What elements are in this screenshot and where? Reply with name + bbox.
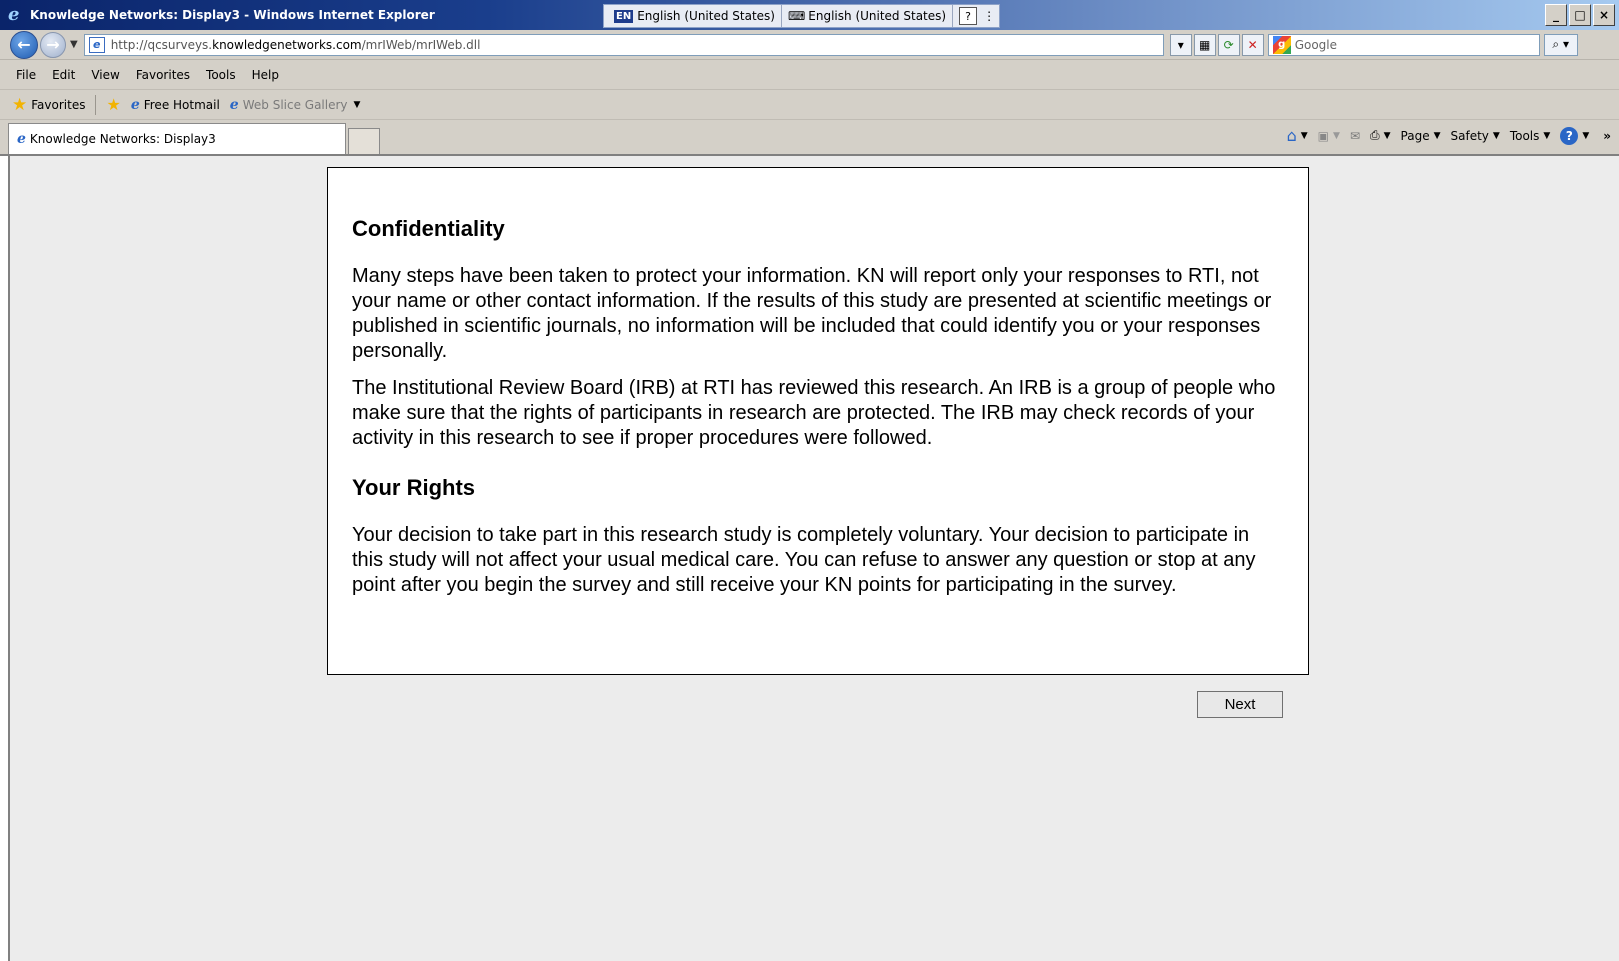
web-slice-icon: e — [229, 96, 239, 113]
feeds-icon: ▣ — [1317, 128, 1330, 143]
favorites-button[interactable]: Favorites — [31, 98, 85, 112]
favorites-star-icon[interactable]: ★ — [12, 95, 27, 115]
tab-row: e Knowledge Networks: Display3 ⌂ ▼ ▣ ▼ ✉ ⎙… — [0, 120, 1619, 156]
web-slice-dropdown-icon[interactable]: ▼ — [354, 100, 361, 110]
help-icon: ? — [1560, 126, 1579, 145]
language-bar-options-icon[interactable]: ⋮ — [983, 9, 995, 23]
keyboard-layout-selector[interactable]: ⌨ English (United States) — [782, 5, 954, 27]
your-rights-paragraph: Your decision to take part in this resea… — [352, 524, 1256, 596]
forward-button[interactable]: → — [40, 31, 66, 58]
help-menu[interactable]: ? ▼ — [1560, 126, 1589, 145]
language-badge: EN — [614, 9, 634, 23]
window-title: Knowledge Networks: Display3 - Windows I… — [30, 8, 435, 22]
compatibility-view-icon[interactable]: ▦ — [1193, 33, 1216, 56]
page-content: Confidentiality Many steps have been tak… — [8, 156, 1619, 961]
page-icon: e — [88, 36, 105, 53]
refresh-icon[interactable]: ⟳ — [1217, 33, 1240, 56]
read-mail-button[interactable]: ✉ — [1350, 129, 1360, 143]
your-rights-heading: Your Rights — [352, 475, 476, 500]
favorites-bar: ★ Favorites ★ e Free Hotmail e Web Slice… — [0, 90, 1619, 120]
page-menu[interactable]: Page ▼ — [1401, 129, 1441, 143]
tab-page-icon: e — [17, 131, 26, 147]
window-controls: _ □ × — [1543, 4, 1615, 26]
menu-tools[interactable]: Tools — [198, 68, 244, 82]
survey-panel: Confidentiality Many steps have been tak… — [327, 167, 1309, 675]
search-placeholder: Google — [1294, 37, 1338, 52]
web-slice-gallery-link[interactable]: Web Slice Gallery — [243, 98, 348, 112]
address-actions: ▾ ▦ ⟳ ✕ — [1168, 33, 1264, 56]
new-tab-button[interactable] — [348, 128, 380, 154]
url-domain: knowledgenetworks.com — [212, 37, 362, 52]
keyboard-icon: ⌨ — [787, 9, 806, 23]
maximize-button[interactable]: □ — [1569, 4, 1591, 26]
menu-edit[interactable]: Edit — [44, 68, 83, 82]
print-button[interactable]: ⎙ ▼ — [1370, 128, 1391, 143]
command-bar: ⌂ ▼ ▣ ▼ ✉ ⎙ ▼ Page ▼ Safety ▼ Tools ▼ ? ▼ » — [1277, 126, 1611, 145]
confidentiality-paragraph-2: The Institutional Review Board (IRB) at … — [352, 377, 1276, 449]
safety-menu[interactable]: Safety ▼ — [1451, 129, 1500, 143]
safety-menu-label: Safety — [1450, 128, 1489, 143]
input-language-selector[interactable]: EN English (United States) — [608, 5, 782, 27]
feeds-button[interactable]: ▣ ▼ — [1318, 129, 1340, 143]
menu-favorites[interactable]: Favorites — [128, 68, 198, 82]
tools-menu[interactable]: Tools ▼ — [1510, 129, 1550, 143]
ie-logo-icon: e — [8, 4, 20, 25]
window-title-bar: e Knowledge Networks: Display3 - Windows… — [0, 0, 1619, 30]
minimize-button[interactable]: _ — [1545, 4, 1567, 26]
address-dropdown-icon[interactable]: ▾ — [1169, 33, 1192, 56]
google-icon: g — [1272, 35, 1291, 54]
add-to-favorites-icon[interactable]: ★ — [106, 95, 120, 114]
language-help-button[interactable]: ? — [959, 7, 978, 25]
tools-menu-label: Tools — [1509, 128, 1540, 143]
address-toolbar: ← → ▼ e http://qcsurveys. knowledgenetwor… — [0, 30, 1619, 60]
confidentiality-paragraph-1: Many steps have been taken to protect yo… — [352, 265, 1272, 362]
close-button[interactable]: × — [1593, 4, 1615, 26]
free-hotmail-link[interactable]: Free Hotmail — [144, 98, 220, 112]
stop-icon[interactable]: ✕ — [1241, 33, 1264, 56]
menu-view[interactable]: View — [83, 68, 127, 82]
menu-bar: File Edit View Favorites Tools Help — [0, 60, 1619, 90]
favorites-separator — [95, 94, 97, 115]
mail-icon: ✉ — [1349, 128, 1360, 143]
address-input[interactable]: e http://qcsurveys. knowledgenetworks.com… — [83, 33, 1164, 56]
menu-help[interactable]: Help — [244, 68, 287, 82]
home-icon: ⌂ — [1286, 126, 1297, 145]
url-prefix: http://qcsurveys. — [110, 37, 213, 52]
tab-knowledge-networks[interactable]: e Knowledge Networks: Display3 — [8, 123, 346, 154]
language-bar: EN English (United States) ⌨ English (Un… — [603, 4, 1001, 28]
back-button[interactable]: ← — [10, 30, 38, 59]
keyboard-layout-label: English (United States) — [808, 9, 947, 23]
more-commands-icon[interactable]: » — [1603, 129, 1611, 143]
url-path: /mrIWeb/mrIWeb.dll — [361, 37, 481, 52]
tab-label: Knowledge Networks: Display3 — [29, 132, 216, 146]
next-button[interactable]: Next — [1197, 691, 1283, 718]
recent-pages-dropdown-icon[interactable]: ▼ — [70, 39, 78, 50]
confidentiality-heading: Confidentiality — [352, 216, 505, 241]
hotmail-link-icon: e — [130, 96, 140, 113]
search-input[interactable]: g Google — [1267, 33, 1540, 56]
menu-file[interactable]: File — [0, 68, 44, 82]
input-language-label: English (United States) — [637, 9, 775, 23]
home-button[interactable]: ⌂ ▼ — [1287, 126, 1308, 145]
print-icon: ⎙ — [1370, 128, 1380, 142]
search-button[interactable]: ⌕ ▾ — [1543, 33, 1578, 56]
page-menu-label: Page — [1400, 128, 1430, 143]
